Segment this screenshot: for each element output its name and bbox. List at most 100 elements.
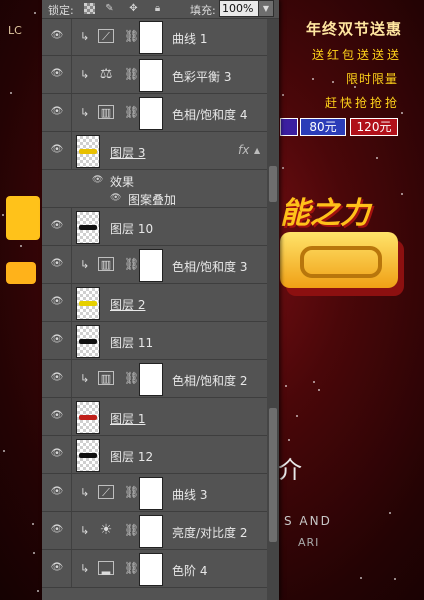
- layer-name[interactable]: 图层 11: [110, 334, 153, 351]
- eye-icon[interactable]: 👁︎: [50, 525, 64, 535]
- lock-image-brush-icon[interactable]: ✎: [104, 3, 115, 14]
- eye-icon[interactable]: 👁︎: [50, 107, 64, 117]
- lock-transparent-icon[interactable]: [84, 3, 95, 14]
- eye-icon[interactable]: 👁︎: [50, 69, 64, 79]
- layer-thumbnail[interactable]: [76, 401, 100, 434]
- layer-mask-thumbnail[interactable]: [139, 59, 163, 92]
- layer-thumbnail[interactable]: [76, 439, 100, 472]
- expand-caret-icon[interactable]: ▲: [254, 146, 260, 155]
- layer-mask-thumbnail[interactable]: [139, 249, 163, 282]
- eye-icon[interactable]: 👁︎: [110, 193, 121, 203]
- layer-row[interactable]: 👁︎ 图层 1: [42, 398, 267, 436]
- lock-position-icon[interactable]: ✥: [128, 3, 139, 14]
- fill-label: 填充:: [190, 4, 216, 17]
- eye-icon[interactable]: 👁︎: [50, 411, 64, 421]
- canvas-line2-text: 限时限量: [345, 72, 398, 86]
- layer-row[interactable]: 👁︎ ↳ ⟋ ⛓ 曲线 1: [42, 18, 267, 56]
- layer-thumbnail[interactable]: [76, 211, 100, 244]
- layers-toolbar: 锁定: ✎ ✥ 🔒︎ 填充: 100% ▼: [42, 0, 279, 19]
- scrollbar-fx-thumb[interactable]: [269, 166, 277, 202]
- eye-icon[interactable]: 👁︎: [50, 31, 64, 41]
- layer-name[interactable]: 图层 3: [110, 144, 145, 161]
- layer-thumbnail[interactable]: [76, 325, 100, 358]
- eye-icon[interactable]: 👁︎: [50, 145, 64, 155]
- star-dot: [401, 193, 403, 195]
- lock-all-icon[interactable]: 🔒︎: [152, 3, 163, 14]
- canvas-line1-text: 送红包送送送: [311, 48, 402, 62]
- eye-icon[interactable]: 👁︎: [50, 259, 64, 269]
- star-dot: [2, 214, 4, 216]
- canvas-line3-text: 赶快抢抢抢: [324, 96, 400, 110]
- layer-name[interactable]: 亮度/对比度 2: [172, 524, 248, 541]
- layer-name[interactable]: 曲线 1: [172, 30, 207, 47]
- balance-icon: ⚖: [99, 66, 113, 82]
- eye-icon[interactable]: 👁︎: [50, 449, 64, 459]
- canvas-white-glyph: 介: [278, 456, 302, 484]
- hue-saturation-icon: ▥: [98, 371, 114, 385]
- chain-link-icon[interactable]: ⛓: [124, 29, 139, 43]
- chain-link-icon[interactable]: ⛓: [124, 257, 139, 271]
- eye-icon[interactable]: 👁︎: [50, 487, 64, 497]
- layer-thumbnail[interactable]: [76, 135, 100, 168]
- thumbnail-content: [79, 339, 97, 344]
- layer-mask-thumbnail[interactable]: [139, 477, 163, 510]
- layer-row[interactable]: 👁︎ 图层 10: [42, 208, 267, 246]
- star-dot: [389, 512, 391, 514]
- layer-row[interactable]: 👁︎ ↳ ⟋ ⛓ 曲线 3: [42, 474, 267, 512]
- layer-mask-thumbnail[interactable]: [139, 515, 163, 548]
- chain-link-icon[interactable]: ⛓: [124, 105, 139, 119]
- eye-icon[interactable]: 👁︎: [50, 335, 64, 345]
- layer-mask-thumbnail[interactable]: [139, 21, 163, 54]
- layer-name[interactable]: 色相/饱和度 2: [172, 372, 248, 389]
- layer-name[interactable]: 曲线 3: [172, 486, 207, 503]
- chain-link-icon[interactable]: ⛓: [124, 67, 139, 81]
- levels-icon: ▂: [98, 561, 114, 575]
- layer-thumbnail[interactable]: [76, 287, 100, 320]
- layer-row[interactable]: 👁︎ ↳ ⚖ ⛓ 色彩平衡 3: [42, 56, 267, 94]
- layer-mask-thumbnail[interactable]: [139, 97, 163, 130]
- eye-icon[interactable]: 👁︎: [50, 221, 64, 231]
- layer-row[interactable]: 👁︎ 图层 12: [42, 436, 267, 474]
- eye-icon[interactable]: 👁︎: [50, 297, 64, 307]
- layers-scrollbar[interactable]: [267, 18, 279, 600]
- layer-name[interactable]: 图层 10: [110, 220, 153, 237]
- clipping-arrow-icon: ↳: [80, 258, 90, 271]
- layer-row[interactable]: 👁︎ 图层 11: [42, 322, 267, 360]
- layer-mask-thumbnail[interactable]: [139, 553, 163, 586]
- layer-name[interactable]: 色相/饱和度 4: [172, 106, 248, 123]
- layer-name[interactable]: 色阶 4: [172, 562, 207, 579]
- canvas-ari-text: ARI: [298, 536, 320, 549]
- layer-row[interactable]: 👁︎ ↳ ▂ ⛓ 色阶 4: [42, 550, 267, 588]
- star-dot: [20, 245, 22, 247]
- layer-row[interactable]: 👁︎ ↳ ▥ ⛓ 色相/饱和度 4: [42, 94, 267, 132]
- layer-mask-thumbnail[interactable]: [139, 363, 163, 396]
- chain-link-icon[interactable]: ⛓: [124, 523, 139, 537]
- layer-name[interactable]: 色彩平衡 3: [172, 68, 231, 85]
- layer-row[interactable]: 👁︎ ↳ ▥ ⛓ 色相/饱和度 3: [42, 246, 267, 284]
- scrollbar-thumb[interactable]: [269, 408, 277, 542]
- eye-icon[interactable]: 👁︎: [50, 373, 64, 383]
- layer-name[interactable]: 图层 1: [110, 410, 145, 427]
- chain-link-icon[interactable]: ⛓: [124, 485, 139, 499]
- fill-dropdown-icon[interactable]: ▼: [258, 0, 274, 17]
- layer-row[interactable]: 👁︎ 图层 2: [42, 284, 267, 322]
- layer-row[interactable]: 👁︎ ↳ ▥ ⛓ 色相/饱和度 2: [42, 360, 267, 398]
- layer-row[interactable]: 👁︎ 效果: [42, 170, 267, 189]
- star-dot: [332, 81, 334, 83]
- clipping-arrow-icon: ↳: [80, 562, 90, 575]
- layer-name[interactable]: 图层 12: [110, 448, 153, 465]
- eye-icon[interactable]: 👁︎: [92, 175, 103, 185]
- chain-link-icon[interactable]: ⛓: [124, 371, 139, 385]
- layer-row[interactable]: 👁︎ 图层 3 fx ▲: [42, 132, 267, 170]
- layer-name[interactable]: 色相/饱和度 3: [172, 258, 248, 275]
- clipping-arrow-icon: ↳: [80, 30, 90, 43]
- fx-icon[interactable]: fx: [238, 143, 249, 157]
- clipping-arrow-icon: ↳: [80, 68, 90, 81]
- fill-input[interactable]: 100%: [219, 0, 259, 17]
- effect-name[interactable]: 图案叠加: [128, 191, 176, 208]
- eye-icon[interactable]: 👁︎: [50, 563, 64, 573]
- layer-row[interactable]: 👁︎ 图案叠加: [42, 188, 267, 208]
- chain-link-icon[interactable]: ⛓: [124, 561, 139, 575]
- layer-name[interactable]: 图层 2: [110, 296, 145, 313]
- layer-row[interactable]: 👁︎ ↳ ☀ ⛓ 亮度/对比度 2: [42, 512, 267, 550]
